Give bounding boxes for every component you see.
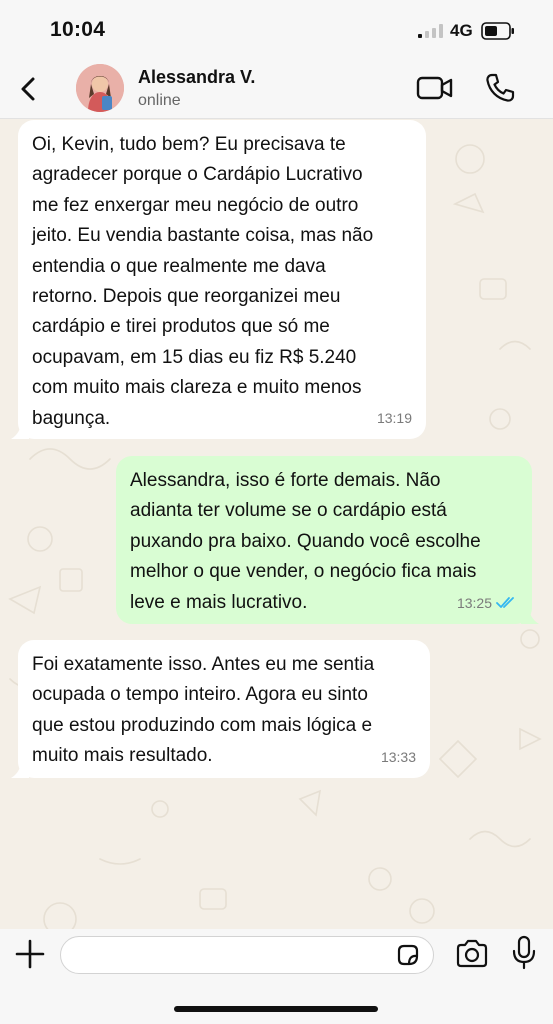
bubble-tail xyxy=(521,606,539,624)
microphone-icon[interactable] xyxy=(510,935,538,971)
message-time: 13:25 xyxy=(456,594,492,611)
chat-header: Alessandra V. online xyxy=(0,60,553,119)
video-call-icon[interactable] xyxy=(416,74,454,102)
contact-status: online xyxy=(138,92,181,109)
status-bar: 10:04 4G xyxy=(0,0,553,60)
message-outgoing[interactable]: Alessandra, isso é forte demais. Não adi… xyxy=(116,456,539,624)
phone-icon[interactable] xyxy=(484,72,516,104)
sticker-icon[interactable] xyxy=(395,942,421,968)
message-incoming[interactable]: Oi, Kevin, tudo bem? Eu precisava te agr… xyxy=(11,120,426,439)
message-text: Oi, Kevin, tudo bem? Eu precisava te agr… xyxy=(32,134,374,429)
home-indicator[interactable] xyxy=(174,1006,378,1012)
battery-icon xyxy=(481,22,514,40)
back-icon[interactable] xyxy=(16,74,42,104)
bubble-tail xyxy=(11,421,29,439)
avatar[interactable] xyxy=(76,64,124,112)
message-time: 13:33 xyxy=(380,748,416,765)
message-incoming[interactable]: Foi exatamente isso. Antes eu me sentia … xyxy=(11,640,430,778)
status-time: 10:04 xyxy=(50,18,106,41)
signal-strength-icon xyxy=(418,24,443,38)
message-time: 13:19 xyxy=(376,409,412,426)
plus-icon[interactable] xyxy=(14,938,46,970)
message-input-bar xyxy=(0,929,553,1024)
message-text: Foi exatamente isso. Antes eu me sentia … xyxy=(32,654,375,767)
read-receipt-icon xyxy=(496,596,514,608)
camera-icon[interactable] xyxy=(455,939,489,969)
message-input[interactable] xyxy=(60,936,434,974)
chat-area[interactable]: Oi, Kevin, tudo bem? Eu precisava te agr… xyxy=(0,119,553,929)
bubble-tail xyxy=(11,760,29,778)
network-type: 4G xyxy=(450,21,473,40)
contact-name[interactable]: Alessandra V. xyxy=(138,67,255,88)
